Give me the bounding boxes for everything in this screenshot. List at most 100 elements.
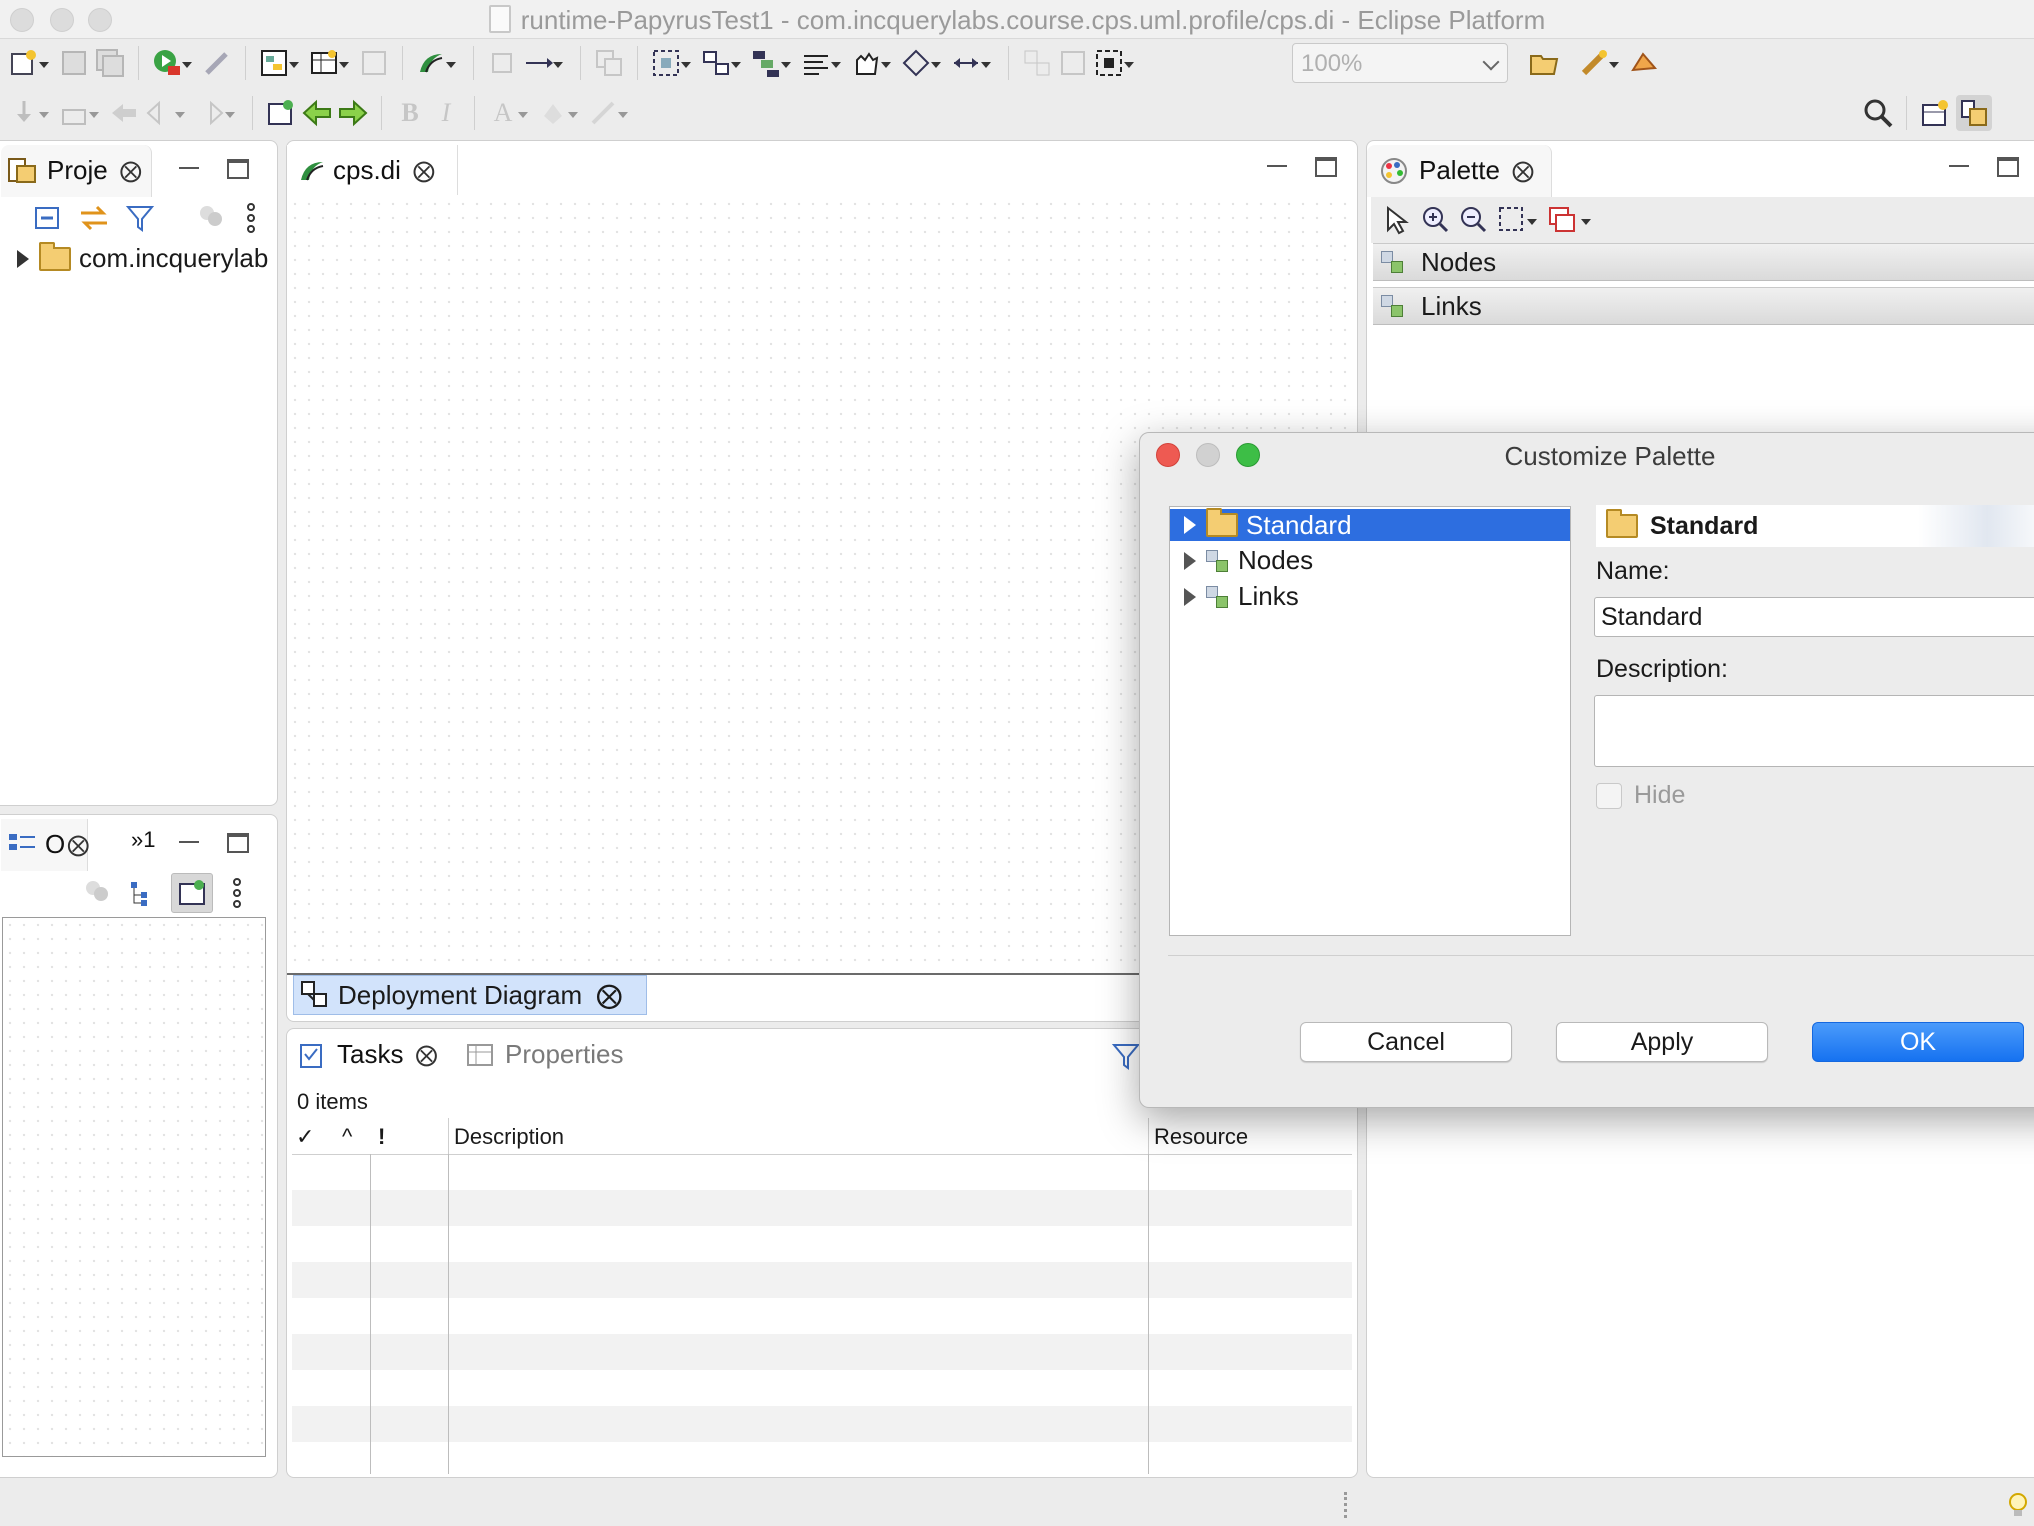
snap-to-grid-icon[interactable] xyxy=(1094,48,1134,78)
minimize-icon[interactable] xyxy=(179,841,199,843)
papyrus-perspective-icon[interactable] xyxy=(1956,95,1992,131)
focus-icon[interactable] xyxy=(83,878,113,908)
tab-palette[interactable]: Palette ⨂ xyxy=(1379,155,1534,186)
expand-icon[interactable] xyxy=(1184,587,1196,606)
hide-checkbox[interactable] xyxy=(1596,782,1622,809)
maximize-icon[interactable] xyxy=(1315,157,1337,177)
layout-icon[interactable] xyxy=(751,48,791,78)
same-width-icon[interactable] xyxy=(951,48,991,78)
format-icon[interactable] xyxy=(594,48,624,78)
expand-icon[interactable] xyxy=(1184,516,1196,534)
lightbulb-icon[interactable] xyxy=(2006,1490,2030,1522)
palette-drawer-nodes[interactable]: Nodes xyxy=(1373,243,2034,281)
close-icon[interactable]: ⨂ xyxy=(1512,158,1534,184)
copy-icon[interactable] xyxy=(487,48,517,78)
import-icon[interactable] xyxy=(9,98,49,128)
tree-view-icon[interactable] xyxy=(127,878,157,908)
paste-table-icon[interactable] xyxy=(359,48,389,78)
column-description[interactable]: Description xyxy=(454,1124,564,1150)
filter-hand-icon[interactable] xyxy=(851,48,891,78)
model-explorer-icon[interactable] xyxy=(1629,48,1659,78)
minimize-icon[interactable] xyxy=(1267,165,1287,167)
minimize-icon[interactable] xyxy=(1949,165,1969,167)
search-icon[interactable] xyxy=(1863,98,1893,128)
last-edit-icon[interactable] xyxy=(109,98,139,128)
export-icon[interactable] xyxy=(59,98,99,128)
zoom-in-icon[interactable] xyxy=(1421,205,1449,235)
green-forward-icon[interactable] xyxy=(338,98,368,128)
align-icon[interactable] xyxy=(801,48,841,78)
tab-project-explorer[interactable]: Proje ⨂ xyxy=(7,155,142,186)
palette-entries-tree[interactable]: Standard Nodes Links xyxy=(1169,506,1571,936)
column-priority[interactable]: ^ xyxy=(342,1124,352,1150)
tree-item-links[interactable]: Links xyxy=(1184,581,1299,612)
group-icon[interactable] xyxy=(1022,48,1052,78)
maximize-icon[interactable] xyxy=(227,159,249,179)
new-table-icon[interactable] xyxy=(309,48,349,78)
back-icon[interactable] xyxy=(145,98,185,128)
add-element-icon[interactable] xyxy=(1547,205,1591,235)
open-folder-icon[interactable] xyxy=(1529,48,1559,78)
zoom-combo[interactable]: 100% xyxy=(1292,43,1508,83)
filter-icon[interactable] xyxy=(125,203,155,233)
close-icon[interactable]: ⨂ xyxy=(67,832,89,858)
column-flag[interactable]: ! xyxy=(378,1124,385,1150)
save-all-icon[interactable] xyxy=(95,48,125,78)
close-icon[interactable]: ⨂ xyxy=(413,158,435,184)
expand-icon[interactable] xyxy=(1184,551,1196,570)
italic-icon[interactable]: I xyxy=(431,98,461,128)
maximize-icon[interactable] xyxy=(227,833,249,853)
route-icon[interactable] xyxy=(901,48,941,78)
line-color-icon[interactable] xyxy=(588,98,628,128)
collapse-all-icon[interactable] xyxy=(33,203,63,233)
close-icon[interactable]: ⨂ xyxy=(415,1042,437,1068)
minimize-icon[interactable] xyxy=(179,167,199,169)
tab-outline[interactable]: O ⨂ xyxy=(7,829,89,860)
pin-editor-icon[interactable] xyxy=(266,98,296,128)
zoom-out-icon[interactable] xyxy=(1459,205,1487,235)
expand-icon[interactable] xyxy=(17,249,29,268)
close-icon[interactable]: ⨂ xyxy=(120,158,142,184)
bold-icon[interactable]: B xyxy=(395,98,425,128)
ungroup-icon[interactable] xyxy=(1058,48,1088,78)
maximize-icon[interactable] xyxy=(1997,157,2019,177)
brush-icon[interactable] xyxy=(1579,48,1619,78)
filter-icon[interactable] xyxy=(1111,1041,1141,1071)
column-resource[interactable]: Resource xyxy=(1154,1124,1248,1150)
name-field[interactable]: Standard xyxy=(1594,597,2034,637)
tree-item-standard[interactable]: Standard xyxy=(1170,508,1570,541)
arrow-right-icon[interactable] xyxy=(523,48,563,78)
new-wizard-icon[interactable] xyxy=(9,48,49,78)
new-diagram-icon[interactable] xyxy=(259,48,299,78)
tab-cps-di[interactable]: cps.di ⨂ xyxy=(297,155,435,186)
open-perspective-icon[interactable] xyxy=(1920,98,1950,128)
tab-deployment-diagram[interactable]: Deployment Diagram ⨂ xyxy=(293,975,647,1015)
tree-item-project[interactable]: com.incquerylab xyxy=(17,241,268,274)
outline-overview[interactable] xyxy=(2,917,266,1457)
overview-toggle[interactable] xyxy=(171,873,213,913)
marquee-select-icon[interactable] xyxy=(1497,205,1537,235)
green-back-icon[interactable] xyxy=(302,98,332,128)
apply-button[interactable]: Apply xyxy=(1556,1022,1768,1062)
ok-button[interactable]: OK xyxy=(1812,1022,2024,1062)
close-icon[interactable]: ⨂ xyxy=(596,980,622,1011)
run-icon[interactable] xyxy=(152,48,192,78)
tree-item-nodes[interactable]: Nodes xyxy=(1184,545,1313,576)
palette-drawer-links[interactable]: Links xyxy=(1373,287,2034,325)
select-pointer-icon[interactable] xyxy=(1383,205,1411,235)
overflow-tabs[interactable]: »1 xyxy=(131,827,155,853)
tab-tasks[interactable]: Tasks ⨂ xyxy=(297,1039,437,1070)
font-color-icon[interactable]: A xyxy=(488,98,528,128)
tab-properties[interactable]: Properties xyxy=(465,1039,624,1070)
link-with-editor-icon[interactable] xyxy=(77,203,111,233)
view-menu-icon[interactable] xyxy=(241,201,261,235)
cancel-button[interactable]: Cancel xyxy=(1300,1022,1512,1062)
pencil-icon[interactable] xyxy=(202,48,232,78)
column-done[interactable]: ✓ xyxy=(296,1124,314,1150)
papyrus-icon[interactable] xyxy=(416,48,456,78)
fill-color-icon[interactable] xyxy=(538,98,578,128)
view-menu-icon[interactable] xyxy=(227,876,247,910)
forward-icon[interactable] xyxy=(195,98,235,128)
description-field[interactable] xyxy=(1594,695,2034,767)
save-icon[interactable] xyxy=(59,48,89,78)
